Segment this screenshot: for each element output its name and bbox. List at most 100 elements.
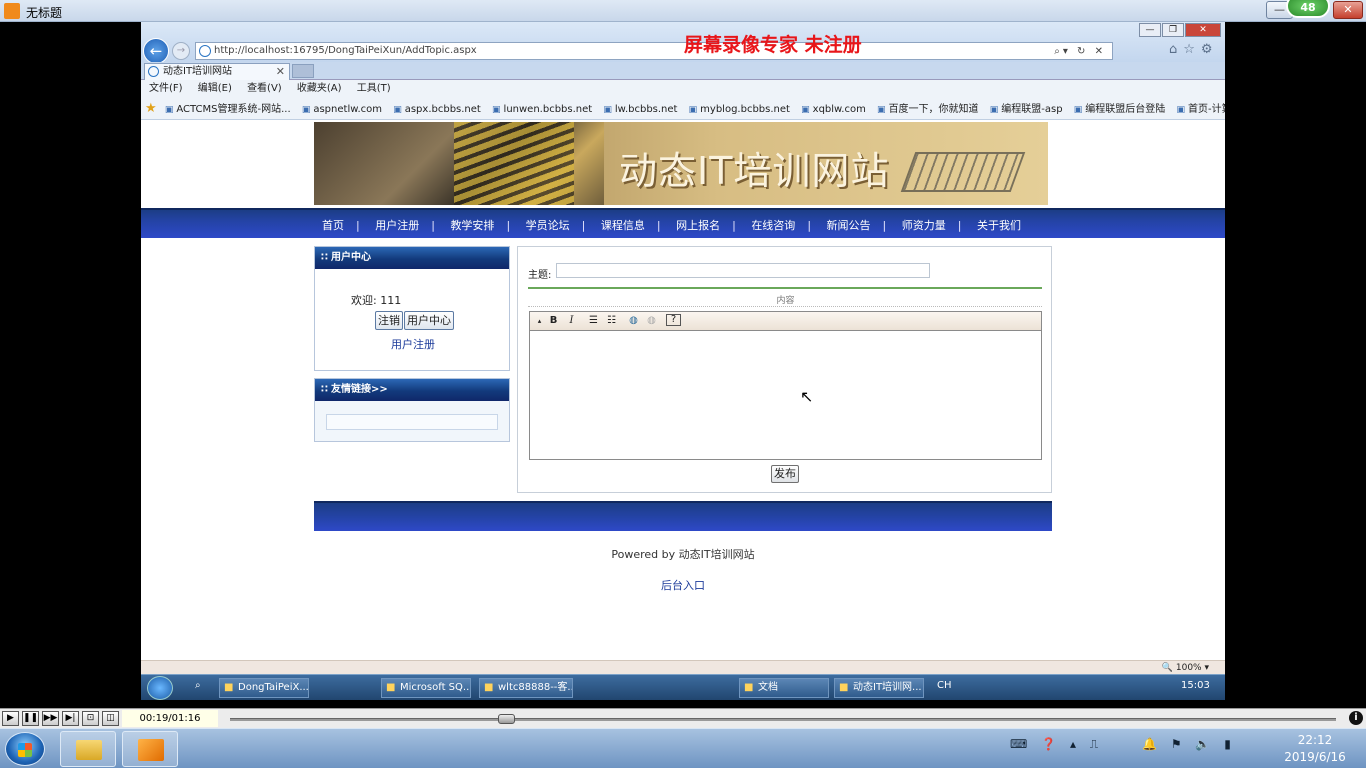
recorded-taskbar: ⌕ DongTaiPeiX... Microsoft SQ... wltc888… [141,674,1225,700]
favorite-link[interactable]: aspx.bcbbs.net [393,104,481,115]
back-button[interactable]: ← [143,38,169,64]
unordered-list-icon[interactable]: ☷ [604,314,619,328]
user-center-button[interactable]: 用户中心 [404,311,454,330]
recorded-clock: 15:03 [1181,680,1210,691]
nav-news[interactable]: 新闻公告 [827,217,871,233]
seek-thumb[interactable] [498,714,515,724]
menu-edit[interactable]: 编辑(E) [198,83,232,94]
welcome-text: 欢迎: 111 [351,294,402,307]
notification-badge: 48 [1286,0,1330,18]
favorite-link[interactable]: 百度一下，你就知道 [877,104,979,115]
notification-icon[interactable]: 🔔 [1142,737,1157,751]
nav-courses[interactable]: 课程信息 [601,217,645,233]
user-center-heading: ∷ 用户中心 [315,247,509,269]
seek-bar[interactable] [230,718,1336,721]
taskbar-item[interactable]: wltc88888--客... [479,678,573,698]
content-editor[interactable]: ↖ [529,331,1042,460]
logout-button[interactable]: 注销 [375,311,403,330]
favorite-link[interactable]: myblog.bcbbs.net [689,104,790,115]
favorite-link[interactable]: ACTCMS管理系统-网站... [165,104,291,115]
fullscreen-icon[interactable]: ⊡ [82,711,99,726]
publish-button[interactable]: 发布 [771,465,799,483]
zoom-control[interactable]: 🔍 100% ▾ [1162,661,1209,675]
pause-icon[interactable]: ❚❚ [22,711,39,726]
italic-icon[interactable]: I [564,314,579,328]
subject-input[interactable] [556,263,930,278]
toolbar-collapse-icon[interactable]: ▴ [532,314,547,328]
favorites-star-icon[interactable]: ★ [145,101,157,116]
register-link[interactable]: 用户注册 [391,336,435,352]
favorite-link[interactable]: lunwen.bcbbs.net [492,104,592,115]
show-hidden-icon[interactable]: ▴ [1070,737,1076,751]
action-center-icon[interactable]: ⚑ [1171,737,1182,751]
tab-close-icon[interactable]: ✕ [276,64,285,79]
home-favorites-tools-icons[interactable]: ⌂☆⚙ [1169,42,1219,57]
tab-active[interactable]: 动态IT培训网站 ✕ [144,63,290,80]
explorer-pin[interactable] [60,731,116,767]
forward-button[interactable]: → [172,42,190,60]
browser-status-bar: 🔍 100% ▾ [141,660,1225,674]
fit-window-icon[interactable]: ◫ [102,711,119,726]
nav-consult[interactable]: 在线咨询 [751,217,795,233]
bold-icon[interactable]: B [546,314,561,328]
favorites-bar: ★ ACTCMS管理系统-网站... aspnetlw.com aspx.bcb… [141,98,1225,120]
unlink-icon[interactable]: ◍ [644,314,659,328]
new-tab-button[interactable] [292,64,314,78]
admin-link[interactable]: 后台入口 [141,577,1225,593]
menu-file[interactable]: 文件(F) [149,83,183,94]
add-topic-form: 主题: 内容 ▴ B I ☰ ☷ ◍ ◍ ? ↖ 发布 [517,246,1052,493]
recorded-start-icon[interactable] [147,676,173,700]
page-icon [199,45,211,57]
next-frame-icon[interactable]: ▶| [62,711,79,726]
favorite-link[interactable]: 编程联盟-asp [990,104,1063,115]
system-clock[interactable]: 22:12 2019/6/16 [1280,732,1350,766]
nav-home[interactable]: 首页 [322,217,344,233]
nav-schedule[interactable]: 教学安排 [450,217,494,233]
info-icon[interactable]: i [1349,711,1363,725]
play-icon[interactable]: ▶ [2,711,19,726]
divider [528,306,1042,307]
keyboard-illustration [900,152,1026,192]
help-icon[interactable]: ? [666,314,681,326]
taskbar-item-active[interactable]: 动态IT培训网... [834,678,924,698]
address-bar[interactable]: http://localhost:16795/DongTaiPeiXun/Add… [195,42,1113,60]
player-titlebar: 无标题 — 48 ✕ [0,0,1366,22]
subject-label: 主题: [528,270,552,281]
favorite-link[interactable]: lw.bcbbs.net [603,104,677,115]
menu-view[interactable]: 查看(V) [247,83,282,94]
nav-enroll[interactable]: 网上报名 [676,217,720,233]
favorite-link[interactable]: aspnetlw.com [302,104,382,115]
nav-register[interactable]: 用户注册 [375,217,419,233]
ordered-list-icon[interactable]: ☰ [586,314,601,328]
link-icon[interactable]: ◍ [626,314,641,328]
help-icon[interactable]: ❓ [1041,737,1056,751]
footer-bar [314,501,1052,531]
taskbar-item[interactable]: 文档 [739,678,829,698]
app-icon [4,3,20,19]
language-indicator[interactable]: CH [937,680,952,691]
keyboard-icon[interactable]: ⌨ [1010,737,1027,751]
menu-favorites[interactable]: 收藏夹(A) [297,83,342,94]
nav-forum[interactable]: 学员论坛 [526,217,570,233]
network-icon[interactable]: ⎍ [1090,737,1098,751]
nav-teachers[interactable]: 师资力量 [902,217,946,233]
taskbar-item[interactable]: DongTaiPeiX... [219,678,309,698]
taskbar-item[interactable]: Microsoft SQ... [381,678,471,698]
favorite-link[interactable]: 编程联盟后台登陆 [1074,104,1166,115]
favorite-link[interactable]: xqblw.com [801,104,866,115]
nav-about[interactable]: 关于我们 [977,217,1021,233]
menu-bar: 文件(F) 编辑(E) 查看(V) 收藏夹(A) 工具(T) [141,80,1225,98]
volume-icon[interactable]: 🔈 [1195,737,1210,751]
main-nav: 首页 | 用户注册 | 教学安排 | 学员论坛 | 课程信息 | 网上报名 | 在线咨询 | … [141,208,1225,238]
browser-window-controls[interactable]: — ❐ ✕ [1138,22,1221,37]
fast-forward-icon[interactable]: ▶▶ [42,711,59,726]
signal-icon[interactable]: ▮ [1224,737,1231,751]
friend-links-panel: ∷ 友情链接>> [314,378,510,442]
search-icon[interactable]: ⌕ [195,680,201,691]
menu-tools[interactable]: 工具(T) [357,83,391,94]
start-button[interactable] [5,732,45,766]
favorite-link[interactable]: 首页-计算机软件开发-as... [1176,104,1225,115]
search-refresh-stop-icons[interactable]: ⌕▾ ↻ ✕ [1054,44,1106,60]
player-pin[interactable] [122,731,178,767]
close-button[interactable]: ✕ [1333,1,1363,19]
